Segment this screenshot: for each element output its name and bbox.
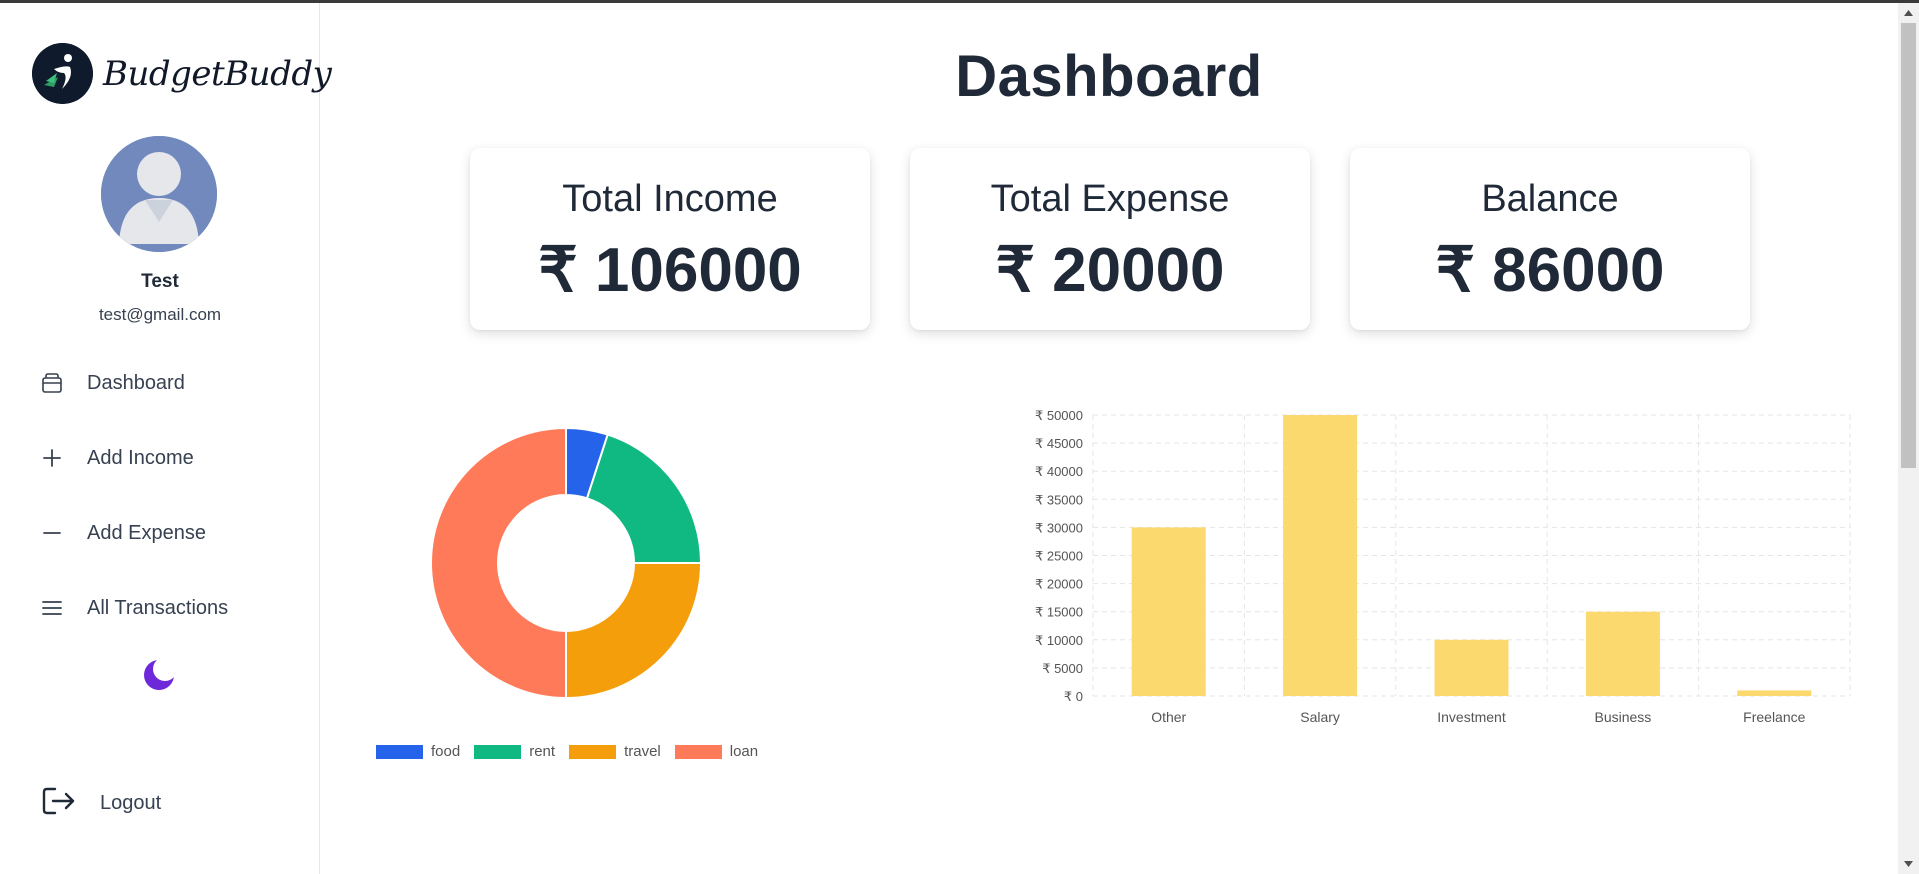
x-tick-label: Investment	[1437, 709, 1506, 725]
balance-card: Balance ₹ 86000	[1350, 148, 1750, 330]
bar-other[interactable]	[1131, 527, 1206, 696]
balance-label: Balance	[1481, 178, 1619, 220]
scroll-down-arrow-icon[interactable]	[1898, 854, 1919, 874]
y-tick-label: ₹ 20000	[1035, 577, 1083, 592]
y-tick-label: ₹ 40000	[1035, 464, 1083, 479]
nav-label-add-income: Add Income	[87, 446, 194, 469]
donut-svg	[430, 426, 703, 700]
expense-card: Total Expense ₹ 20000	[910, 148, 1310, 330]
donut-legend: food rent travel loan	[376, 743, 772, 760]
scrollbar-thumb[interactable]	[1901, 23, 1916, 468]
bar-business[interactable]	[1585, 611, 1660, 696]
income-value: ₹ 106000	[538, 236, 802, 305]
theme-toggle-button[interactable]	[142, 658, 176, 692]
logout-icon	[42, 786, 76, 821]
nav-label-all-transactions: All Transactions	[87, 596, 229, 619]
moon-icon	[142, 660, 176, 696]
legend-label-loan: loan	[729, 743, 759, 760]
bar-svg: ₹ 0 ₹ 5000 ₹ 10000 ₹ 15000 ₹ 20000 ₹ 25000 ₹ 3…	[1035, 408, 1851, 725]
user-avatar-icon	[101, 136, 217, 252]
x-tick-label: Salary	[1300, 709, 1340, 725]
y-tick-label: ₹ 0	[1064, 689, 1083, 704]
minus-icon	[38, 519, 66, 547]
donut-slice-travel[interactable]	[565, 562, 703, 700]
y-tick-label: ₹ 50000	[1035, 408, 1083, 423]
legend-label-travel: travel	[624, 743, 661, 760]
wallet-icon	[38, 369, 66, 397]
list-icon	[38, 594, 66, 622]
brand[interactable]: BudgetBuddy	[32, 43, 332, 104]
expense-value: ₹ 20000	[995, 236, 1225, 305]
bar-investment[interactable]	[1434, 639, 1509, 696]
vertical-scrollbar[interactable]	[1898, 3, 1919, 874]
legend-swatch-rent	[474, 744, 522, 759]
nav-item-add-income[interactable]: Add Income	[38, 438, 194, 478]
user-email: test@gmail.com	[98, 305, 222, 324]
expense-label: Total Expense	[990, 178, 1230, 220]
y-tick-label: ₹ 15000	[1035, 605, 1083, 620]
y-tick-label: ₹ 5000	[1042, 661, 1083, 676]
donut-slice-loan[interactable]	[430, 426, 567, 700]
y-tick-label: ₹ 35000	[1035, 492, 1083, 507]
logout-label: Logout	[100, 792, 162, 814]
x-tick-label: Freelance	[1743, 709, 1805, 725]
legend-item-loan[interactable]: loan	[674, 743, 759, 760]
legend-item-rent[interactable]: rent	[474, 743, 555, 760]
brand-name: BudgetBuddy	[103, 53, 332, 94]
sidebar: BudgetBuddy Test test@gmail.com Dashboar…	[0, 3, 332, 874]
nav-item-dashboard[interactable]: Dashboard	[38, 363, 185, 403]
legend-item-food[interactable]: food	[376, 743, 460, 760]
nav-label-dashboard: Dashboard	[87, 371, 185, 394]
logout-button[interactable]: Logout	[42, 786, 161, 821]
nav-item-all-transactions[interactable]: All Transactions	[38, 588, 228, 628]
legend-label-food: food	[431, 743, 461, 760]
income-bar-chart: ₹ 0 ₹ 5000 ₹ 10000 ₹ 15000 ₹ 20000 ₹ 25000 ₹ 3…	[860, 398, 1900, 798]
nav-item-add-expense[interactable]: Add Expense	[38, 513, 206, 553]
x-tick-label: Other	[1151, 709, 1186, 725]
legend-item-travel[interactable]: travel	[569, 743, 661, 760]
legend-swatch-food	[376, 744, 423, 759]
legend-swatch-loan	[674, 744, 722, 759]
user-name: Test	[141, 271, 179, 292]
plus-icon	[38, 444, 66, 472]
page-title: Dashboard	[955, 44, 1263, 109]
x-tick-label: Business	[1594, 709, 1651, 725]
balance-value: ₹ 86000	[1435, 236, 1665, 305]
y-tick-label: ₹ 25000	[1035, 549, 1083, 564]
legend-swatch-travel	[569, 744, 617, 759]
scroll-up-arrow-icon[interactable]	[1898, 3, 1919, 23]
main-content: Dashboard Total Income ₹ 106000 Total Ex…	[320, 3, 1898, 874]
budgetbuddy-logo-icon	[32, 43, 93, 104]
legend-label-rent: rent	[529, 743, 556, 760]
y-tick-label: ₹ 10000	[1035, 633, 1083, 648]
y-tick-label: ₹ 30000	[1035, 520, 1083, 535]
bar-salary[interactable]	[1283, 415, 1358, 696]
nav-label-add-expense: Add Expense	[87, 521, 206, 544]
expense-donut-chart	[366, 393, 766, 773]
app-root: BudgetBuddy Test test@gmail.com Dashboar…	[0, 3, 1919, 874]
y-tick-label: ₹ 45000	[1035, 436, 1083, 451]
income-label: Total Income	[562, 178, 778, 220]
bar-freelance[interactable]	[1737, 690, 1812, 696]
donut-slice-rent[interactable]	[585, 433, 703, 564]
income-card: Total Income ₹ 106000	[470, 148, 870, 330]
